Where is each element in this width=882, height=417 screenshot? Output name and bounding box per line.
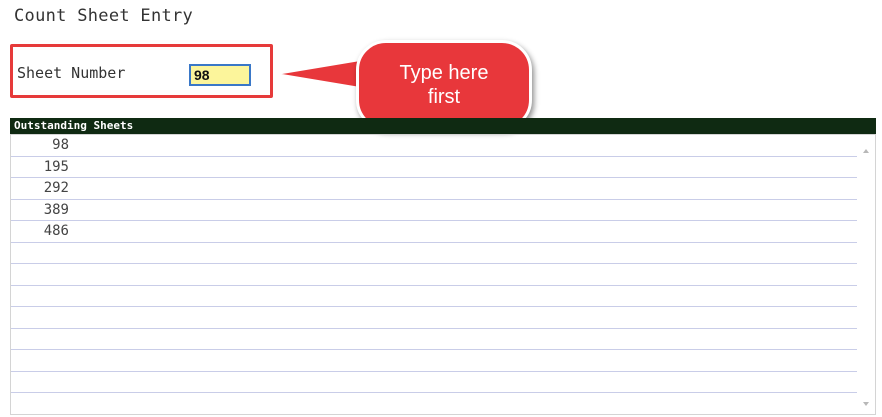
- list-item[interactable]: 98: [11, 135, 857, 157]
- list-item-value: 195: [43, 158, 69, 175]
- outstanding-sheets-list[interactable]: 98 195 292 389 486: [10, 134, 876, 415]
- list-item[interactable]: [11, 393, 857, 414]
- sheet-number-input[interactable]: [189, 64, 251, 86]
- callout-line-2: first: [427, 86, 461, 108]
- scroll-up-icon[interactable]: [863, 149, 869, 153]
- list-item[interactable]: 389: [11, 200, 857, 221]
- page-title: Count Sheet Entry: [14, 6, 194, 26]
- callout-bubble: Type here first: [356, 40, 532, 130]
- list-item[interactable]: 195: [11, 157, 857, 178]
- list-item[interactable]: [11, 350, 857, 372]
- list-item[interactable]: [11, 372, 857, 393]
- scroll-down-icon[interactable]: [863, 402, 869, 406]
- outstanding-sheets-header: Outstanding Sheets: [10, 118, 876, 134]
- list-item[interactable]: 292: [11, 178, 857, 200]
- list-item-value: 98: [52, 137, 69, 153]
- list-item[interactable]: [11, 307, 857, 329]
- list-item[interactable]: [11, 243, 857, 264]
- sheet-number-label: Sheet Number: [17, 64, 126, 82]
- list-item[interactable]: [11, 286, 857, 307]
- list-item[interactable]: [11, 329, 857, 350]
- count-sheet-entry-page: Count Sheet Entry Sheet Number Type here…: [0, 0, 882, 417]
- list-item-value: 389: [43, 201, 69, 218]
- list-item[interactable]: [11, 264, 857, 286]
- list-item[interactable]: 486: [11, 221, 857, 243]
- callout-line-1: Type here: [399, 62, 489, 84]
- list-item-value: 292: [43, 180, 69, 196]
- list-item-value: 486: [43, 223, 69, 239]
